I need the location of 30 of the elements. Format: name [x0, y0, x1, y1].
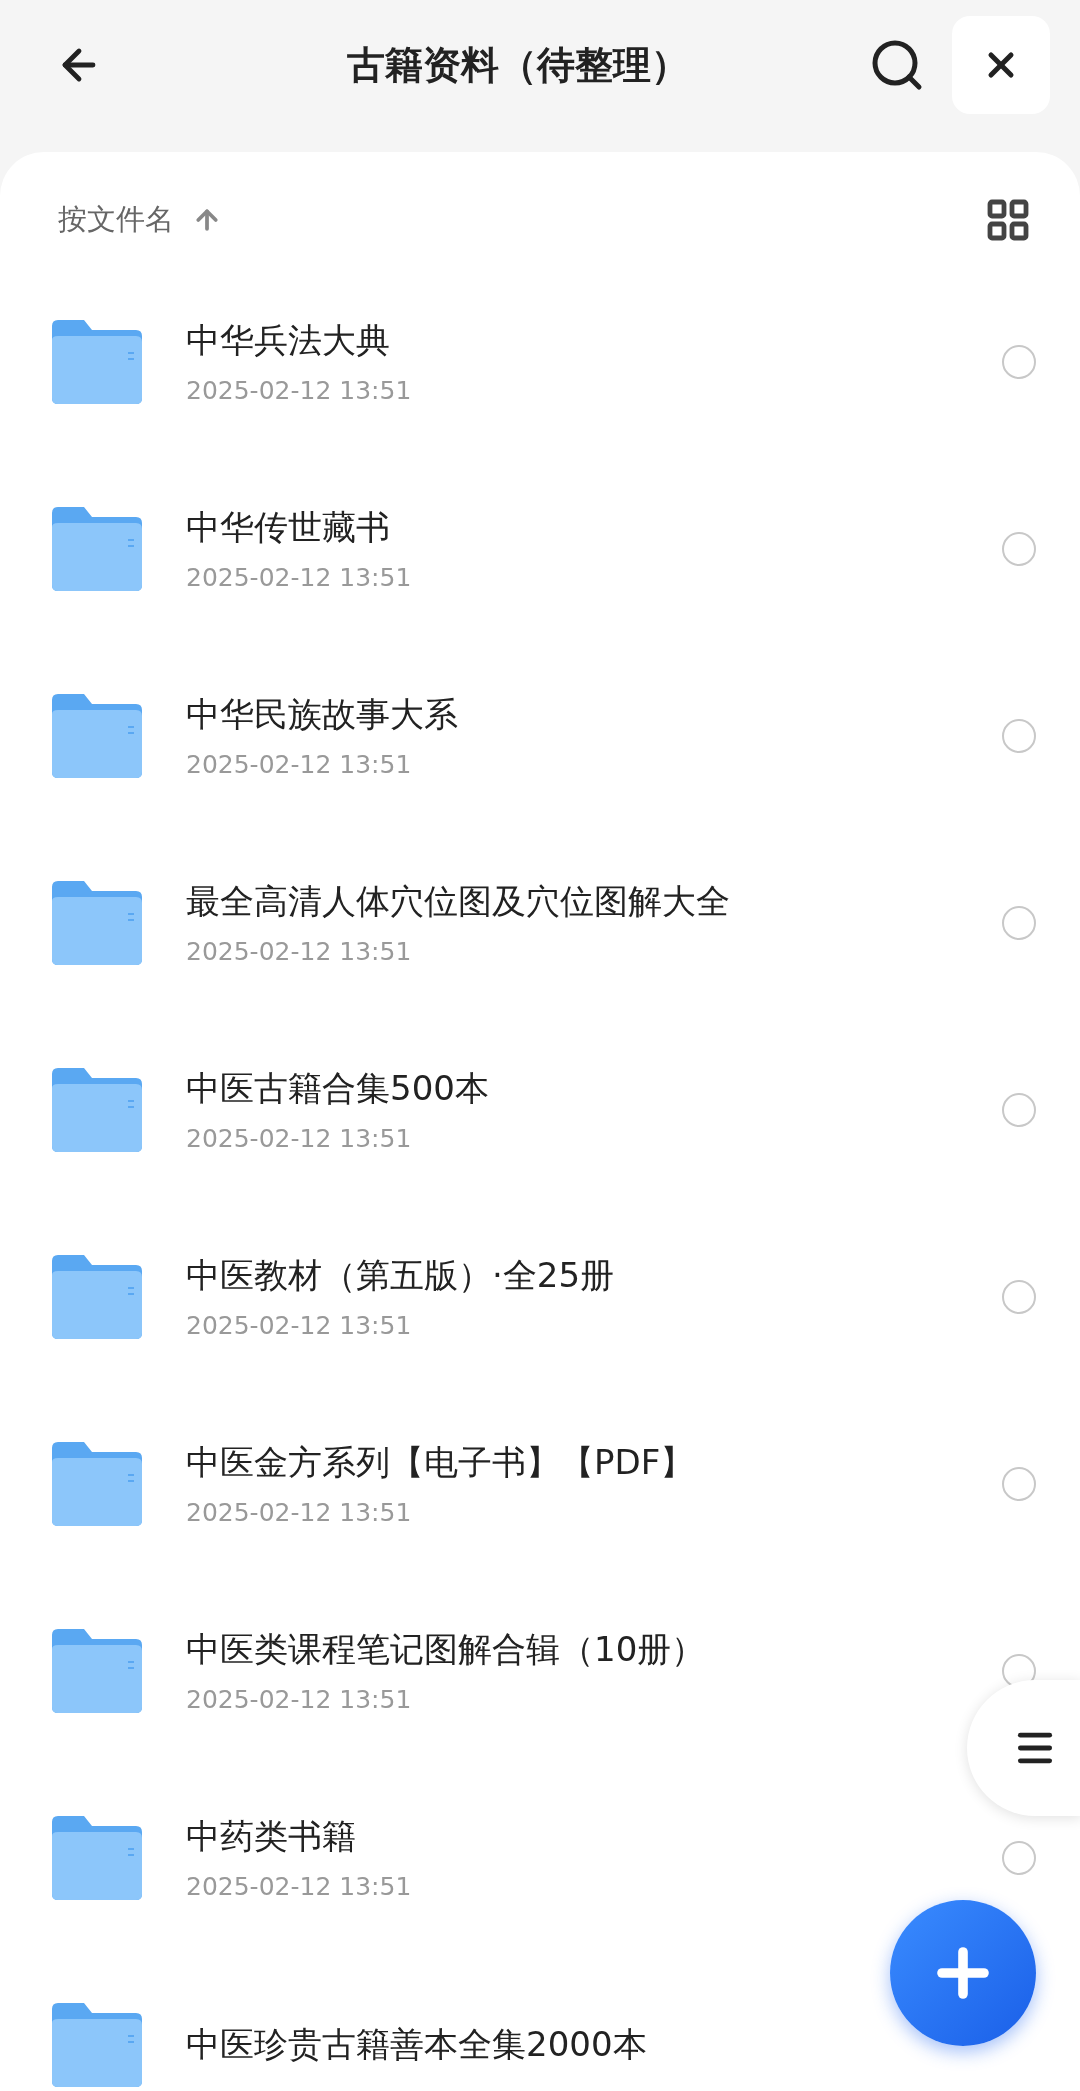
folder-name[interactable]: 中医类课程笔记图解合辑（10册）: [186, 1627, 706, 1673]
folder-date: 2025-02-12 13:51: [186, 750, 412, 779]
folder-name[interactable]: 中医教材（第五版）·全25册: [186, 1253, 615, 1299]
folder-name[interactable]: 中医金方系列【电子书】【PDF】: [186, 1440, 695, 1486]
folder-name[interactable]: 中华兵法大典: [186, 318, 390, 364]
select-radio[interactable]: [1002, 1466, 1036, 1501]
select-radio[interactable]: [1002, 905, 1036, 940]
select-radio[interactable]: [1002, 531, 1036, 566]
folder-date: 2025-02-12 13:51: [186, 1124, 412, 1153]
select-radio[interactable]: [1002, 344, 1036, 379]
select-radio[interactable]: [1002, 1279, 1036, 1314]
folder-date: 2025-02-12 13:51: [186, 1498, 412, 1527]
window-title: 古籍资料（待整理）: [346, 41, 690, 89]
folder-name[interactable]: 最全高清人体穴位图及穴位图解大全: [186, 879, 730, 925]
folder-name[interactable]: 中华传世藏书: [186, 505, 390, 551]
folder-date: 2025-02-12 13:51: [186, 937, 412, 966]
folder-date: 2025-02-12 13:51: [186, 563, 412, 592]
select-radio[interactable]: [1002, 1092, 1036, 1127]
folder-name[interactable]: 中医珍贵古籍善本全集2000本: [186, 2021, 647, 2068]
close-button[interactable]: [952, 16, 1050, 114]
folder-name[interactable]: 中医古籍合集500本: [186, 1066, 489, 1112]
folder-date: 2025-02-12 13:51: [186, 1872, 412, 1901]
folder-date: 2025-02-12 13:51: [186, 1311, 412, 1340]
folder-name[interactable]: 中华民族故事大系: [186, 692, 458, 738]
sort-button[interactable]: 按文件名: [58, 200, 222, 240]
folder-name[interactable]: 中药类书籍: [186, 1814, 356, 1860]
select-radio[interactable]: [1002, 718, 1036, 753]
select-radio[interactable]: [1002, 1840, 1036, 1875]
folder-date: 2025-02-12 13:51: [186, 376, 412, 405]
folder-date: 2025-02-12 13:51: [186, 1685, 412, 1714]
